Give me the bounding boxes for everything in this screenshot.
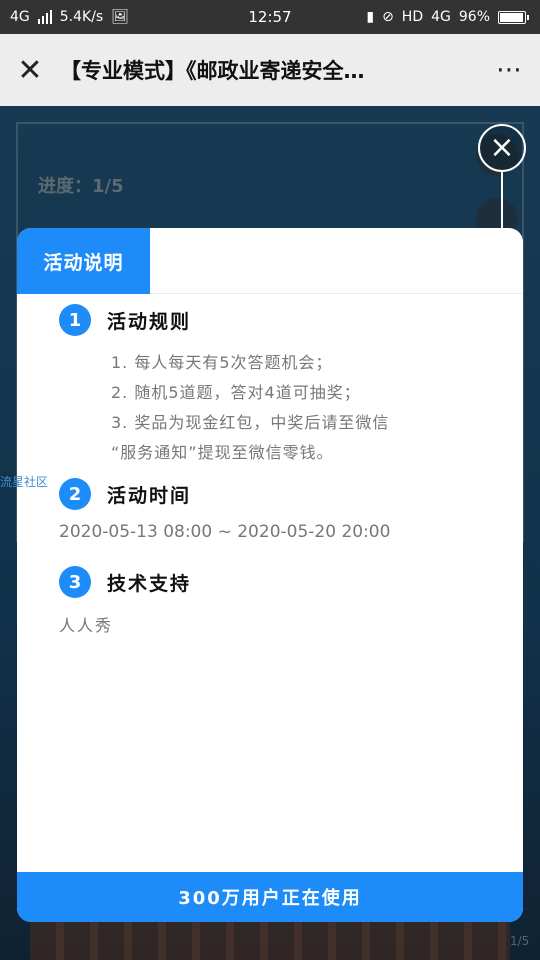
section-title: 活动规则 <box>107 310 192 333</box>
hd-label: HD <box>401 9 424 25</box>
footer-banner[interactable]: 300万用户正在使用 <box>17 872 523 922</box>
rule-item: 3. 奖品为现金红包，中奖后请至微信 <box>111 413 390 432</box>
battery-saver-icon: ▮ <box>366 9 375 25</box>
rules-list: 1. 每人每天有5次答题机会； 2. 随机5道题，答对4道可抽奖； 3. 奖品为… <box>111 348 503 468</box>
status-left: 4G 5.4K/s 🖼 <box>10 9 129 25</box>
section-header: 2 活动时间 <box>59 478 503 510</box>
rule-item: 2. 随机5道题，答对4道可抽奖； <box>111 383 361 402</box>
wifi-off-icon: ⊘ <box>382 9 394 25</box>
tab-activity-info[interactable]: 活动说明 <box>17 228 150 294</box>
section-number: 2 <box>59 478 91 510</box>
support-provider: 人人秀 <box>59 616 114 635</box>
rule-item: 1. 每人每天有5次答题机会； <box>111 353 333 372</box>
battery-percent: 96% <box>458 9 490 25</box>
progress-label: 进度：1/5 <box>38 176 124 197</box>
watermark-text: 流星社区 <box>0 475 49 489</box>
modal-tab-row: 活动说明 <box>17 228 523 294</box>
section-title: 技术支持 <box>107 572 192 595</box>
section-header: 3 技术支持 <box>59 566 503 598</box>
section-rules: 1 活动规则 1. 每人每天有5次答题机会； 2. 随机5道题，答对4道可抽奖；… <box>59 304 503 468</box>
section-number: 1 <box>59 304 91 336</box>
popup-close-icon[interactable]: × <box>478 124 526 172</box>
section-header: 1 活动规则 <box>59 304 503 336</box>
network-speed: 5.4K/s <box>59 9 104 25</box>
section-support: 3 技术支持 人人秀 <box>59 566 503 636</box>
close-icon[interactable]: ✕ <box>0 34 60 106</box>
section-number: 3 <box>59 566 91 598</box>
close-connector <box>501 172 503 228</box>
rule-item: “服务通知”提现至微信零钱。 <box>111 443 334 462</box>
image-notification-icon: 🖼 <box>111 9 130 25</box>
signal-icon <box>37 10 52 24</box>
page-title: 【专业模式】《邮政业寄递安全… <box>60 59 365 83</box>
battery-icon <box>498 10 529 24</box>
net-gen-label: 4G <box>431 9 451 25</box>
status-bar: 4G 5.4K/s 🖼 12:57 ▮ ⊘ HD 4G 96% <box>0 0 540 34</box>
section-title: 活动时间 <box>107 484 192 507</box>
section-time: 2 活动时间 2020-05-13 08:00 ~ 2020-05-20 20:… <box>59 478 503 542</box>
more-icon[interactable]: ⋯ <box>480 34 540 106</box>
activity-time: 2020-05-13 08:00 ~ 2020-05-20 20:00 <box>59 522 391 542</box>
page-counter: 1/5 <box>510 934 530 948</box>
status-right: ▮ ⊘ HD 4G 96% <box>366 9 529 25</box>
activity-modal: 活动说明 1 活动规则 1. 每人每天有5次答题机会； 2. 随机5道题，答对4… <box>17 228 523 922</box>
network-label: 4G <box>10 9 30 25</box>
nav-bar: ✕ 【专业模式】《邮政业寄递安全… ⋯ <box>0 34 540 106</box>
bottom-decoration <box>30 920 510 960</box>
